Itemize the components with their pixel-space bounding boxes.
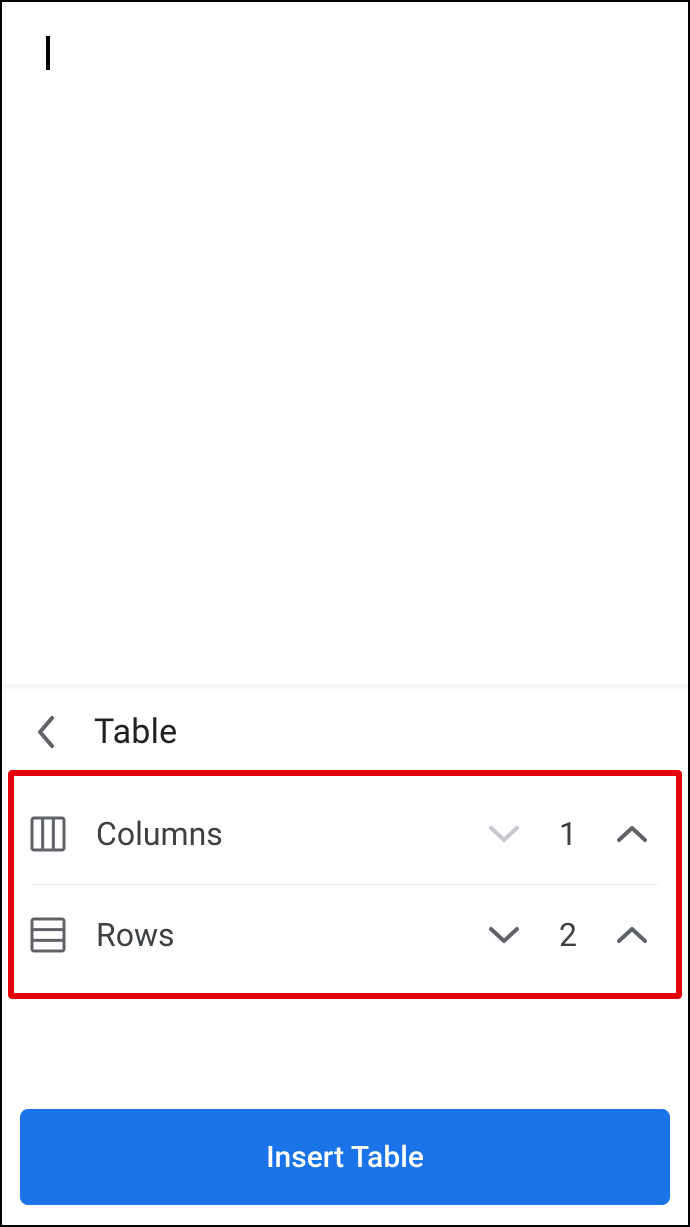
columns-row: Columns 1 — [28, 784, 662, 884]
document-area[interactable] — [2, 2, 688, 684]
rows-decrease-button[interactable] — [482, 913, 526, 957]
rows-row: Rows 2 — [28, 885, 662, 985]
chevron-up-icon — [617, 825, 647, 843]
columns-value: 1 — [554, 815, 582, 853]
rows-icon — [28, 915, 68, 955]
chevron-up-icon — [617, 926, 647, 944]
insert-table-label: Insert Table — [266, 1140, 424, 1175]
rows-label: Rows — [96, 916, 454, 954]
chevron-down-icon — [489, 825, 519, 843]
spacer — [2, 999, 688, 1109]
panel-title: Table — [94, 712, 177, 752]
rows-stepper: 2 — [482, 913, 662, 957]
columns-stepper: 1 — [482, 812, 662, 856]
columns-icon — [28, 814, 68, 854]
app-frame: Table Columns — [0, 0, 690, 1227]
rows-value: 2 — [554, 916, 582, 954]
panel-header: Table — [2, 692, 688, 770]
chevron-down-icon — [489, 926, 519, 944]
rows-increase-button[interactable] — [610, 913, 654, 957]
columns-increase-button[interactable] — [610, 812, 654, 856]
insert-table-button[interactable]: Insert Table — [20, 1109, 670, 1205]
text-cursor — [46, 36, 50, 70]
highlight-box: Columns 1 — [8, 770, 682, 999]
table-insert-panel: Table Columns — [2, 692, 688, 1225]
panel-shadow — [2, 684, 688, 692]
chevron-left-icon — [36, 716, 56, 748]
columns-decrease-button[interactable] — [482, 812, 526, 856]
columns-label: Columns — [96, 815, 454, 853]
back-button[interactable] — [26, 712, 66, 752]
